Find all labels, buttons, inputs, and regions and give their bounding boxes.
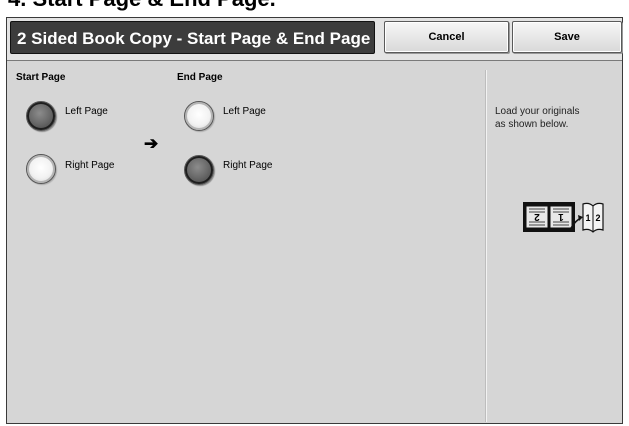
dialog-header: 2 Sided Book Copy - Start Page & End Pag…	[7, 18, 622, 61]
start-left-page-label: Left Page	[65, 106, 108, 117]
dialog-window: 2 Sided Book Copy - Start Page & End Pag…	[6, 17, 623, 424]
glass-right-page-number: 1	[558, 211, 564, 222]
glass-left-page-number: 2	[534, 211, 540, 222]
cancel-button[interactable]: Cancel	[384, 21, 509, 53]
instruction-line-1: Load your originals	[495, 106, 580, 117]
open-book-right-number: 2	[595, 213, 600, 223]
right-arrow-icon: ➔	[144, 134, 159, 153]
instruction-text: Load your originals as shown below.	[495, 105, 615, 131]
end-right-page-label: Right Page	[223, 160, 273, 171]
panel-divider	[485, 70, 487, 422]
end-right-page-radio[interactable]	[184, 155, 214, 185]
end-left-page-radio[interactable]	[184, 101, 214, 131]
page-caption: 4. Start Page & End Page.	[8, 0, 276, 12]
open-book-left-number: 1	[585, 213, 590, 223]
dialog-title: 2 Sided Book Copy - Start Page & End Pag…	[10, 21, 375, 54]
start-right-page-radio[interactable]	[26, 154, 56, 184]
save-button[interactable]: Save	[512, 21, 622, 53]
instruction-line-2: as shown below.	[495, 119, 569, 130]
start-right-page-label: Right Page	[65, 160, 115, 171]
start-page-heading: Start Page	[16, 72, 66, 83]
book-orientation-icon: 2 1 1 2	[523, 202, 604, 233]
end-left-page-label: Left Page	[223, 106, 266, 117]
start-left-page-radio[interactable]	[26, 101, 56, 131]
end-page-heading: End Page	[177, 72, 223, 83]
